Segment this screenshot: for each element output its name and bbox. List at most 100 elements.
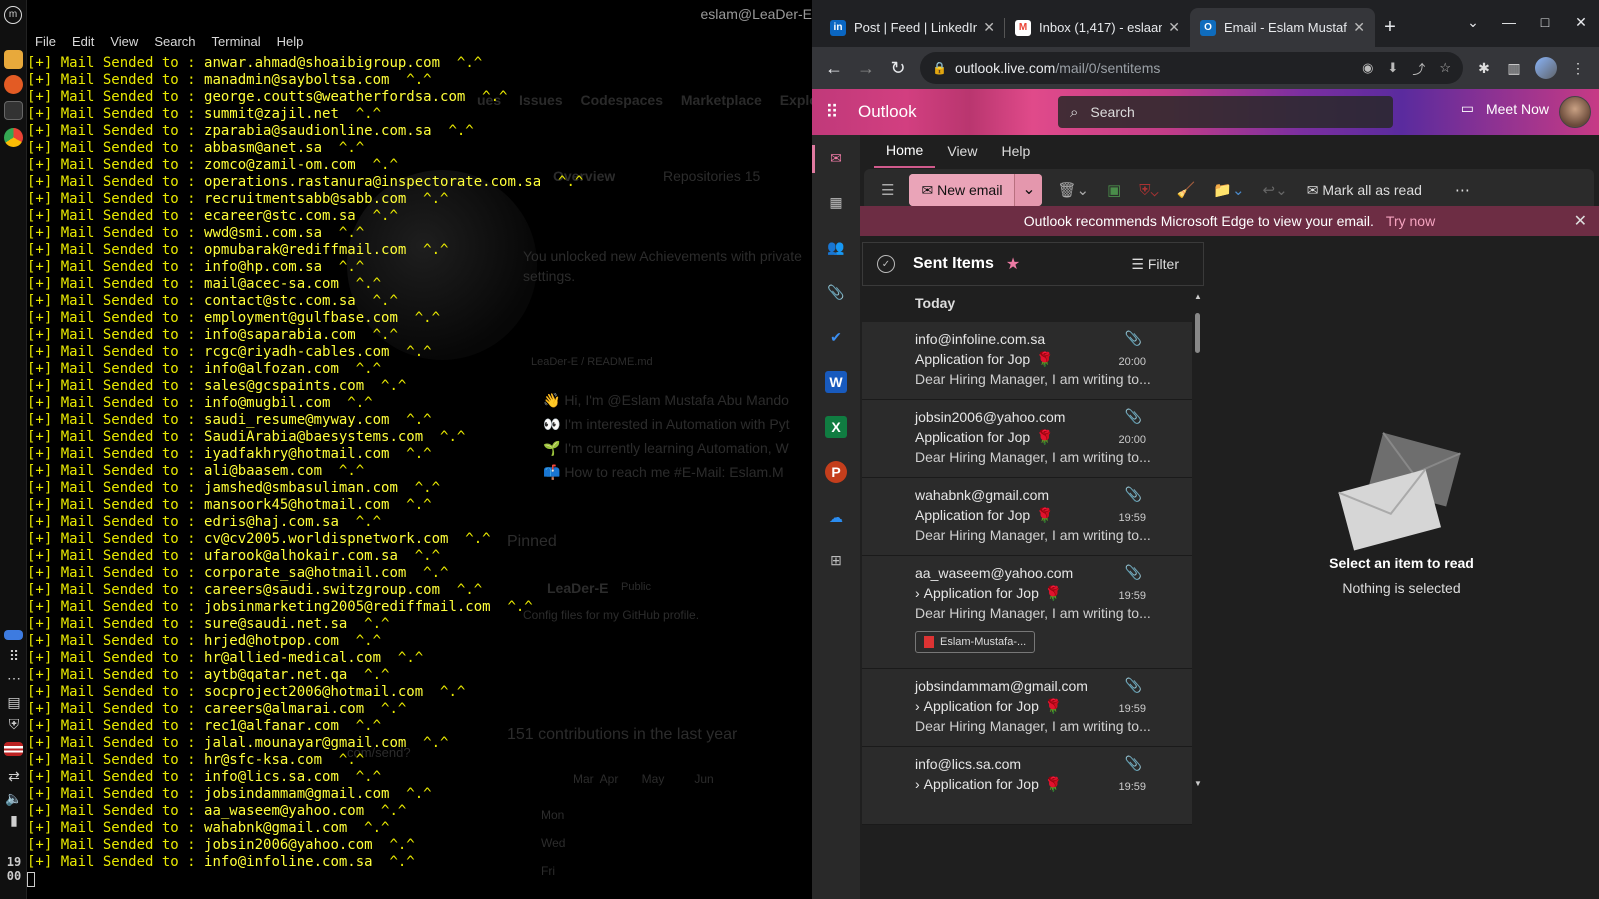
clipboard-icon[interactable]: ▤: [5, 694, 23, 710]
keyboard-layout-flag-icon[interactable]: [4, 742, 23, 756]
chevron-down-icon[interactable]: ⌄: [1014, 174, 1043, 206]
maximize-icon[interactable]: □: [1527, 0, 1563, 44]
select-all-checkbox[interactable]: ✓: [877, 255, 895, 273]
close-window-icon[interactable]: ✕: [1563, 0, 1599, 44]
reload-icon[interactable]: ↻: [882, 58, 914, 79]
profile-avatar[interactable]: [1535, 57, 1557, 79]
terminal-line: [+] Mail Sended to : hr@allied-medical.c…: [27, 650, 424, 666]
more-options-icon[interactable]: ⋯: [1446, 181, 1479, 199]
avatar[interactable]: [1559, 96, 1591, 128]
close-icon[interactable]: ✕: [1168, 19, 1180, 36]
tab-home[interactable]: Home: [874, 134, 936, 168]
eye-icon[interactable]: ◉: [1362, 60, 1373, 76]
filter-button[interactable]: ☰ Filter: [1131, 256, 1179, 273]
message-item[interactable]: info@infoline.com.sa 📎 Application for Jop…: [862, 322, 1192, 400]
outlook-brand[interactable]: Outlook: [858, 102, 1058, 122]
attachment-icon[interactable]: 📎: [825, 281, 847, 303]
network-icon[interactable]: ⇄: [5, 768, 23, 784]
menu-terminal[interactable]: Terminal: [204, 28, 269, 55]
close-icon[interactable]: ✕: [1574, 211, 1587, 231]
sweep-icon[interactable]: 🧹: [1168, 181, 1205, 199]
new-tab-button[interactable]: +: [1375, 8, 1405, 47]
menu-file[interactable]: File: [27, 28, 64, 55]
word-icon[interactable]: W: [825, 371, 847, 393]
chevron-right-icon[interactable]: ›: [915, 583, 920, 603]
onedrive-icon[interactable]: ☁: [825, 506, 847, 528]
terminal-line: [+] Mail Sended to : manadmin@sayboltsa.…: [27, 72, 432, 88]
excel-icon[interactable]: X: [825, 416, 847, 438]
terminal-line: [+] Mail Sended to : jobsin2006@yahoo.co…: [27, 837, 415, 853]
chevron-right-icon[interactable]: ›: [915, 774, 920, 794]
install-icon[interactable]: ⬇: [1387, 60, 1398, 76]
scrollbar[interactable]: ▲ ▼: [1193, 288, 1203, 788]
meet-now-button[interactable]: ▭ Meet Now: [1461, 100, 1549, 117]
minimize-icon[interactable]: —: [1491, 0, 1527, 44]
terminal-icon[interactable]: [4, 101, 23, 120]
try-now-link[interactable]: Try now: [1386, 213, 1435, 229]
more-apps-icon[interactable]: ⊞: [825, 549, 847, 571]
files-icon[interactable]: [4, 50, 23, 69]
calendar-icon[interactable]: ▦: [825, 191, 847, 213]
mail-icon[interactable]: ✉: [825, 147, 847, 169]
message-item[interactable]: jobsin2006@yahoo.com 📎 Application for Jop…: [862, 400, 1192, 478]
lock-icon[interactable]: 🔒: [932, 61, 947, 75]
tab-view[interactable]: View: [935, 135, 989, 167]
reply-icon[interactable]: ↩⌄: [1254, 181, 1297, 199]
message-item[interactable]: aa_waseem@yahoo.com 📎 › Application for Jop…: [862, 556, 1192, 669]
back-icon[interactable]: ←: [818, 58, 850, 79]
message-item[interactable]: info@lics.sa.com 📎 › Application for Jop 🌹 19…: [862, 747, 1192, 825]
close-icon[interactable]: ✕: [1353, 19, 1365, 36]
menu-edit[interactable]: Edit: [64, 28, 102, 55]
terminal-line: [+] Mail Sended to : iyadfakhry@hotmail.…: [27, 446, 432, 462]
todo-icon[interactable]: ✔: [825, 326, 847, 348]
volume-icon[interactable]: 🔈: [5, 790, 23, 806]
app-launcher-icon[interactable]: ⠿: [812, 102, 852, 123]
menu-logo-icon[interactable]: m: [4, 6, 22, 24]
search-box[interactable]: ⌕ Search: [1058, 96, 1393, 128]
move-to-icon[interactable]: 📁⌄: [1204, 181, 1253, 199]
tab-gmail[interactable]: M Inbox (1,417) - eslaam ✕: [1005, 8, 1190, 47]
chrome-menu-icon[interactable]: ⋮: [1563, 60, 1593, 77]
attachment-chip[interactable]: Eslam-Mustafa-...: [915, 631, 1036, 653]
attachment-icon: 📎: [1124, 330, 1142, 346]
side-panel-icon[interactable]: ▥: [1499, 60, 1529, 77]
chevron-right-icon[interactable]: ›: [915, 696, 920, 716]
favorite-star-icon[interactable]: ★: [1006, 254, 1020, 274]
close-icon[interactable]: ✕: [983, 19, 995, 36]
message-item[interactable]: jobsindammam@gmail.com 📎 › Application for …: [862, 669, 1192, 747]
battery-icon[interactable]: ▮: [5, 812, 23, 828]
url-bar[interactable]: 🔒 outlook.live.com/mail/0/sentitems ◉ ⬇ …: [920, 52, 1463, 84]
more-icon[interactable]: ⋯: [5, 670, 23, 686]
menu-view[interactable]: View: [102, 28, 146, 55]
new-email-button[interactable]: ✉ New email ⌄: [909, 174, 1043, 206]
hamburger-icon[interactable]: ☰: [872, 181, 903, 199]
firefox-icon[interactable]: [4, 75, 23, 94]
workspace-icon[interactable]: [4, 630, 23, 640]
tab-help[interactable]: Help: [989, 135, 1042, 167]
new-email-label[interactable]: ✉ New email: [909, 174, 1015, 206]
tab-search-icon[interactable]: ⌄: [1455, 0, 1491, 44]
forward-icon[interactable]: →: [850, 58, 882, 79]
terminal-line: [+] Mail Sended to : careers@saudi.switz…: [27, 582, 483, 598]
tab-outlook[interactable]: O Email - Eslam Mustaf ✕: [1190, 8, 1375, 47]
apps-grid-icon[interactable]: ⠿: [5, 648, 23, 664]
menu-help[interactable]: Help: [269, 28, 312, 55]
menu-search[interactable]: Search: [146, 28, 203, 55]
share-icon[interactable]: ⤴: [1412, 59, 1425, 78]
extensions-icon[interactable]: ✱: [1469, 60, 1499, 77]
powerpoint-icon[interactable]: P: [825, 461, 847, 483]
terminal-window[interactable]: eslam@LeaDer-E File Edit View Search Ter…: [27, 0, 812, 899]
meet-now-label: Meet Now: [1485, 100, 1549, 117]
message-item[interactable]: wahabnk@gmail.com 📎 Application for Jop 🌹 19…: [862, 478, 1192, 556]
people-icon[interactable]: 👥: [825, 236, 847, 258]
tab-linkedin[interactable]: in Post | Feed | LinkedIn ✕: [820, 8, 1005, 47]
archive-icon[interactable]: ▣: [1098, 181, 1130, 199]
clock[interactable]: 19 00: [3, 855, 25, 883]
mark-all-read-button[interactable]: ✉ Mark all as read: [1307, 182, 1422, 199]
delete-icon[interactable]: 🗑⌄: [1048, 181, 1098, 199]
bookmark-star-icon[interactable]: ☆: [1439, 60, 1451, 76]
chrome-icon[interactable]: [4, 128, 23, 147]
report-icon[interactable]: ⛨⌄: [1130, 182, 1167, 199]
empty-state-subtitle: Nothing is selected: [1342, 580, 1461, 596]
shield-icon[interactable]: ⛨: [5, 716, 23, 732]
